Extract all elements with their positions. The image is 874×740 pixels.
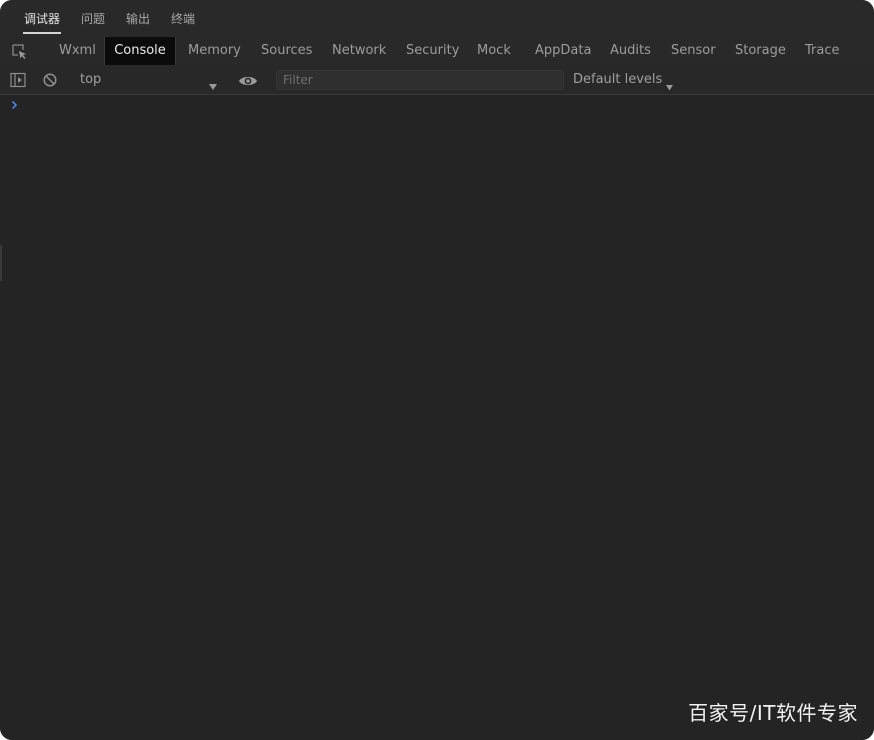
panel-tabs: 调试器 问题 输出 终端 [0,0,874,37]
devtools-tab-strip: Wxml Console Memory Sources Network Secu… [0,37,874,67]
console-output[interactable] [0,95,874,740]
context-value: top [80,72,102,87]
tab-console[interactable]: Console [104,37,176,65]
tab-security[interactable]: Security [406,37,459,65]
show-sidebar-icon[interactable] [10,72,26,88]
tab-network[interactable]: Network [332,37,386,65]
tab-mock[interactable]: Mock [477,37,511,65]
tab-wxml[interactable]: Wxml [59,37,96,65]
watermark: 百家号/IT软件专家 [688,701,858,725]
clear-console-icon[interactable] [42,72,58,88]
panel-tab-problems[interactable]: 问题 [81,11,105,31]
console-prompt-icon [10,97,20,111]
panel-tab-terminal[interactable]: 终端 [171,11,195,31]
tab-sources[interactable]: Sources [261,37,312,65]
log-levels-dropdown[interactable]: Default levels [573,66,674,94]
resize-handle[interactable] [0,245,2,281]
inspect-element-icon[interactable] [11,43,29,61]
devtools-window: 调试器 问题 输出 终端 Wxml Console Memory Sources… [0,0,874,740]
tab-memory[interactable]: Memory [188,37,241,65]
console-toolbar: top Default levels [0,66,874,95]
chevron-down-icon [208,75,218,90]
panel-tab-debugger[interactable]: 调试器 [22,11,62,34]
tab-sensor[interactable]: Sensor [671,37,716,65]
tab-appdata[interactable]: AppData [535,37,591,65]
tab-audits[interactable]: Audits [610,37,651,65]
live-expression-icon[interactable] [238,73,258,87]
tab-trace[interactable]: Trace [805,37,840,65]
execution-context-select[interactable]: top [74,66,224,94]
panel-tab-output[interactable]: 输出 [126,11,150,31]
tab-storage[interactable]: Storage [735,37,786,65]
filter-input[interactable] [276,70,564,90]
chevron-down-icon [665,75,674,91]
log-levels-label: Default levels [573,72,663,87]
